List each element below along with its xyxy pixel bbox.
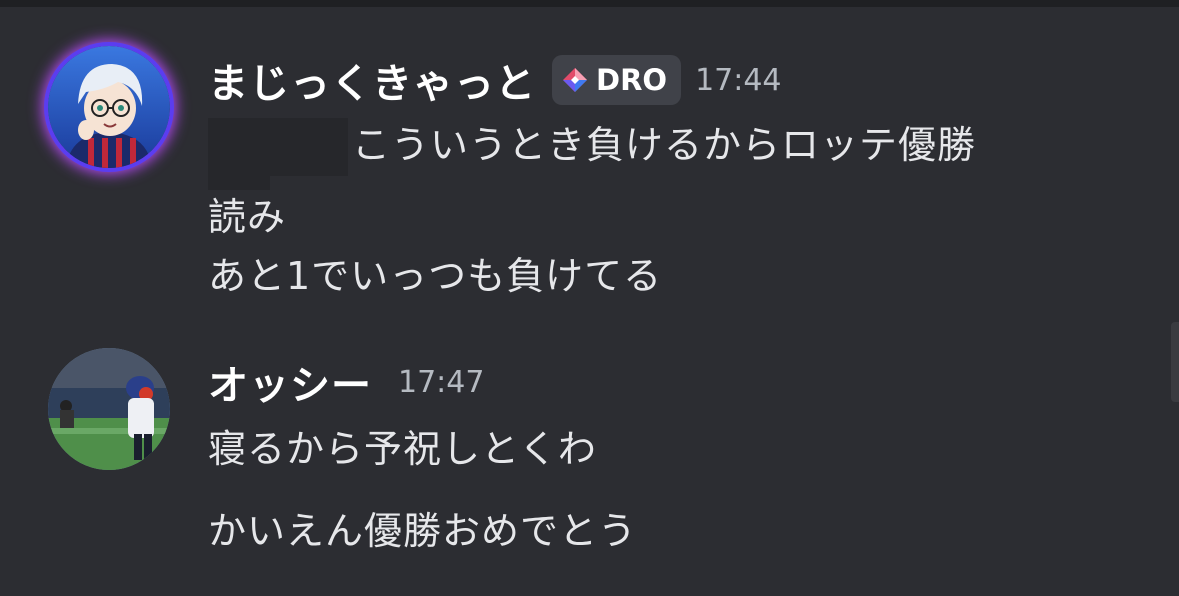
clan-tag-label: DRO	[596, 63, 668, 97]
message-text: こういうとき負けるからロッテ優勝	[352, 123, 977, 167]
redacted-region	[208, 118, 348, 176]
timestamp[interactable]: 17:44	[695, 63, 781, 98]
message-header: まじっくきゃっと DRO 17:44	[208, 52, 782, 108]
message-text: 寝るから予祝しとくわ	[208, 427, 597, 471]
scrollbar[interactable]	[1171, 322, 1179, 402]
message-text: かいえん優勝おめでとう	[208, 509, 638, 553]
message-header: オッシー 17:47	[208, 354, 484, 410]
clan-tag[interactable]: DRO	[552, 55, 682, 105]
username[interactable]: まじっくきゃっと	[208, 51, 536, 109]
avatar-majikkukyatto[interactable]	[48, 46, 170, 168]
top-edge-bar	[0, 0, 1179, 7]
avatar-image	[48, 348, 170, 470]
username[interactable]: オッシー	[208, 353, 372, 411]
diamond-gem-icon	[563, 68, 587, 92]
avatar-image	[48, 46, 170, 168]
timestamp[interactable]: 17:47	[398, 365, 484, 400]
message-text: あと1でいっつも負けてる	[208, 254, 663, 298]
avatar-osshi[interactable]	[48, 348, 170, 470]
message-text: 読み	[208, 195, 287, 239]
